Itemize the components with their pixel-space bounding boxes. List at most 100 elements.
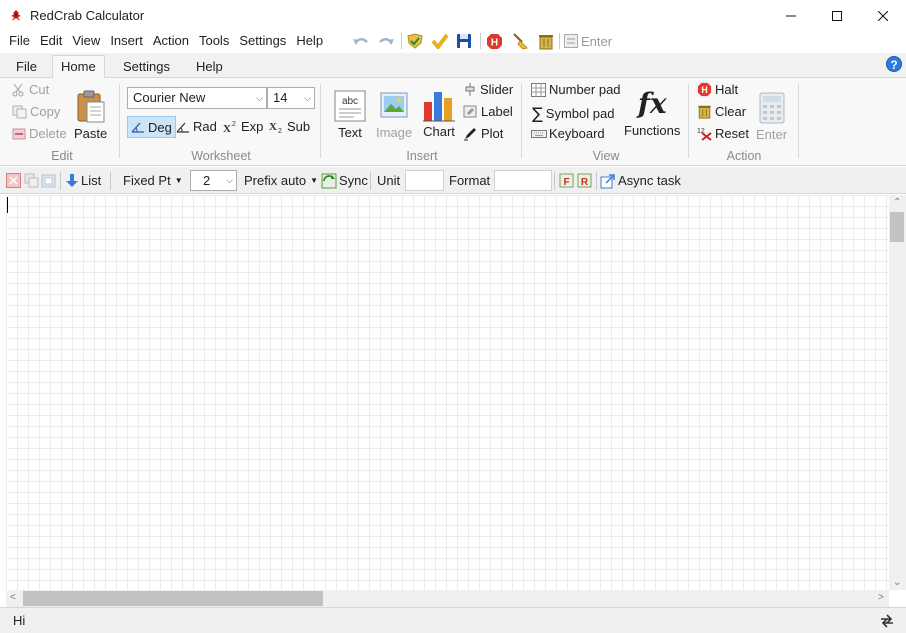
horizontal-scrollbar[interactable]: < >	[6, 590, 889, 607]
unit-input[interactable]	[405, 170, 444, 191]
undo-button[interactable]	[352, 32, 370, 50]
tab-settings[interactable]: Settings	[115, 57, 178, 78]
group-label-worksheet: Worksheet	[180, 149, 262, 163]
svg-text:H: H	[491, 37, 498, 48]
scroll-right-icon[interactable]: >	[878, 592, 884, 603]
scroll-left-icon[interactable]: <	[10, 592, 16, 603]
font-combo[interactable]: Courier New ⌵	[127, 87, 267, 109]
cut-button[interactable]: Cut	[12, 82, 49, 97]
tab-file[interactable]: File	[8, 57, 45, 78]
sub-button[interactable]: X2 Sub	[269, 119, 310, 134]
sync-arrows-icon[interactable]	[878, 612, 896, 630]
subscript-icon: X2	[269, 120, 284, 133]
angle-deg-icon	[131, 121, 145, 133]
menu-insert[interactable]: Insert	[105, 31, 148, 51]
symbol-pad-button[interactable]: ∑ Symbol pad	[532, 104, 614, 123]
external-window-icon	[600, 173, 616, 189]
insert-plot-button[interactable]: Plot	[463, 126, 503, 141]
ribbon-tab-strip: File Home Settings Help	[0, 53, 906, 78]
prefix-dropdown[interactable]: Prefix auto ▼	[244, 172, 318, 189]
calculator-icon	[759, 92, 785, 124]
keyboard-button[interactable]: Keyboard	[531, 126, 605, 141]
maximize-button[interactable]	[814, 0, 860, 31]
paste-button[interactable]: Paste	[74, 90, 107, 141]
rad-button[interactable]: Rad	[176, 119, 217, 134]
copy-button[interactable]: Copy	[12, 104, 60, 119]
chevron-down-icon: ⌵	[256, 88, 263, 108]
trash-quick-button[interactable]	[538, 32, 554, 50]
delete-icon	[12, 127, 27, 141]
delete-button[interactable]: Delete	[12, 126, 67, 141]
worksheet-canvas[interactable]	[6, 195, 889, 590]
font-size-combo[interactable]: 14 ⌵	[267, 87, 315, 109]
enter-quick-button[interactable]: Enter	[564, 32, 612, 50]
help-icon[interactable]: ?	[886, 56, 902, 72]
menu-edit[interactable]: Edit	[35, 31, 67, 51]
menu-help[interactable]: Help	[291, 31, 328, 51]
copy-box-button[interactable]	[24, 172, 39, 189]
sigma-icon: ∑	[532, 104, 543, 123]
menu-settings[interactable]: Settings	[234, 31, 291, 51]
svg-text:H: H	[701, 85, 707, 95]
deg-button[interactable]: Deg	[127, 116, 176, 138]
enter-button[interactable]: Enter	[756, 92, 787, 142]
window-title: RedCrab Calculator	[30, 8, 144, 23]
check-button[interactable]	[431, 32, 449, 50]
async-task-button[interactable]: Async task	[600, 172, 681, 189]
functions-button[interactable]: fx Functions	[624, 88, 680, 138]
check-all-button[interactable]	[406, 32, 424, 50]
menu-tools[interactable]: Tools	[194, 31, 234, 51]
insert-label-button[interactable]: Label	[463, 104, 513, 119]
unit-label: Unit	[377, 172, 400, 189]
menu-file[interactable]: File	[4, 31, 35, 51]
trash-icon	[538, 33, 554, 50]
clean-button[interactable]	[512, 32, 530, 50]
exp-button[interactable]: X2 Exp	[223, 119, 263, 134]
format-apply-button[interactable]: F	[559, 172, 575, 189]
minimize-button[interactable]	[768, 0, 814, 31]
fx-icon: fx	[638, 88, 667, 120]
decimals-combo[interactable]: 2 ⌵	[190, 170, 237, 191]
reset-button[interactable]: 12 Reset	[697, 126, 749, 141]
number-pad-button[interactable]: Number pad	[531, 82, 621, 97]
tab-help[interactable]: Help	[188, 57, 231, 78]
save-button[interactable]	[456, 32, 472, 50]
group-label-insert: Insert	[398, 149, 446, 163]
halt-quick-button[interactable]: H	[486, 32, 503, 50]
menu-view[interactable]: View	[67, 31, 105, 51]
vertical-scroll-thumb[interactable]	[890, 212, 904, 242]
paste-box-button[interactable]	[41, 172, 56, 189]
insert-image-button[interactable]: Image	[376, 90, 412, 140]
font-combo-value: Courier New	[133, 90, 205, 105]
svg-text:X: X	[269, 121, 277, 133]
insert-slider-button[interactable]: Slider	[463, 82, 513, 97]
enter-icon	[564, 34, 578, 48]
format-input[interactable]	[494, 170, 552, 191]
menu-action[interactable]: Action	[148, 31, 194, 51]
remove-button[interactable]	[6, 172, 21, 189]
scroll-down-icon[interactable]: ⌄	[893, 577, 901, 588]
status-text: Hi	[13, 613, 25, 628]
decimals-value: 2	[196, 173, 210, 188]
redo-icon	[377, 34, 395, 48]
slider-icon	[463, 82, 477, 97]
horizontal-scroll-thumb[interactable]	[23, 591, 323, 606]
halt-icon: H	[697, 82, 712, 97]
list-button[interactable]: List	[66, 172, 101, 189]
insert-text-button[interactable]: abc Text	[334, 90, 366, 140]
worksheet-toolbar: List Fixed Pt ▼ 2 ⌵ Prefix auto ▼ Sync U…	[0, 167, 906, 194]
number-format-dropdown[interactable]: Fixed Pt ▼	[123, 172, 183, 189]
format-reset-button[interactable]: R	[577, 172, 593, 189]
close-button[interactable]	[860, 0, 906, 31]
sync-button[interactable]: Sync	[321, 172, 368, 189]
redo-button[interactable]	[377, 32, 395, 50]
vertical-scrollbar[interactable]: ⌃ ⌄	[889, 195, 906, 590]
halt-button[interactable]: H Halt	[697, 82, 738, 97]
reset-icon: 12	[697, 126, 713, 141]
insert-chart-button[interactable]: Chart	[422, 88, 456, 139]
tab-home[interactable]: Home	[52, 55, 105, 79]
sync-grid-icon	[321, 173, 337, 189]
check-icon	[431, 33, 449, 49]
clear-button[interactable]: Clear	[697, 104, 746, 119]
scroll-up-icon[interactable]: ⌃	[893, 197, 901, 208]
